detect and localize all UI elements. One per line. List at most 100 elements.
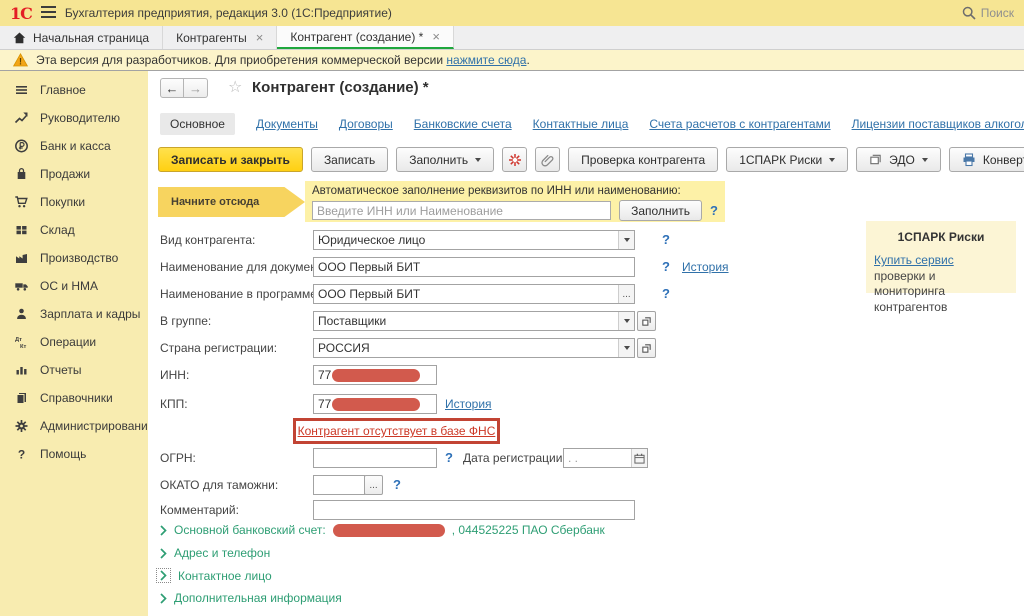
start-here-callout: Начните отсюда	[158, 187, 305, 217]
name-for-documents-input[interactable]: ООО Первый БИТ	[313, 257, 635, 277]
help-icon: ?	[14, 447, 29, 461]
tab-counterparty-create[interactable]: Контрагент (создание) * ×	[277, 26, 454, 49]
kpp-input[interactable]: 77	[313, 394, 437, 414]
sidebar-item-bank-cash[interactable]: Банк и касса	[0, 132, 148, 160]
section-contact-person[interactable]: Контактное лицо	[156, 568, 272, 583]
group-select[interactable]: Поставщики	[313, 311, 635, 331]
main-area: Главное Руководителю Банк и касса Продаж…	[0, 71, 1024, 616]
close-icon[interactable]: ×	[256, 31, 264, 44]
redacted-value	[333, 524, 445, 537]
sidebar-item-fixed-assets[interactable]: ОС и НМА	[0, 272, 148, 300]
sidebar-item-operations[interactable]: ДтКт Операции	[0, 328, 148, 356]
bars-icon	[14, 363, 29, 377]
chevron-down-icon[interactable]	[618, 339, 634, 357]
sidebar-item-directories[interactable]: Справочники	[0, 384, 148, 412]
okato-ellipsis-button[interactable]: ...	[364, 475, 383, 495]
navlink-contracts[interactable]: Договоры	[339, 117, 393, 131]
close-icon[interactable]: ×	[432, 30, 440, 43]
autofill-caption: Автоматическое заполнение реквизитов по …	[312, 185, 718, 197]
fill-dropdown-button[interactable]: Заполнить	[396, 147, 494, 172]
edo-dropdown-button[interactable]: ЭДО	[856, 147, 941, 172]
sidebar-item-manager[interactable]: Руководителю	[0, 104, 148, 132]
sidebar-item-salary-hr[interactable]: Зарплата и кадры	[0, 300, 148, 328]
sidebar-item-production[interactable]: Производство	[0, 244, 148, 272]
buy-commercial-link[interactable]: нажмите сюда	[446, 53, 526, 67]
back-button[interactable]: ←	[160, 78, 184, 98]
history-nav: ← →	[160, 78, 208, 98]
save-button[interactable]: Записать	[311, 147, 388, 172]
country-select[interactable]: РОССИЯ	[313, 338, 635, 358]
okato-input[interactable]	[313, 475, 365, 495]
name-in-program-input[interactable]: ООО Первый БИТ ...	[313, 284, 635, 304]
navlink-settlement-accounts[interactable]: Счета расчетов с контрагентами	[649, 117, 830, 131]
registration-date-input[interactable]	[563, 448, 648, 468]
spark-risks-panel: 1СПАРК Риски Купить сервис проверки и мо…	[866, 221, 1016, 293]
sidebar-item-help[interactable]: ? Помощь	[0, 440, 148, 468]
navlink-bank-accounts[interactable]: Банковские счета	[414, 117, 512, 131]
attachments-button[interactable]	[535, 147, 560, 172]
discussion-asterisk-icon	[508, 153, 522, 167]
navlink-contact-persons[interactable]: Контактные лица	[533, 117, 629, 131]
ellipsis-icon[interactable]: ...	[618, 285, 634, 303]
tab-bar: Начальная страница Контрагенты × Контраг…	[0, 26, 1024, 49]
open-country-button[interactable]	[637, 338, 656, 358]
open-group-button[interactable]	[637, 311, 656, 331]
save-and-close-button[interactable]: Записать и закрыть	[158, 147, 303, 172]
chevron-down-icon[interactable]	[618, 231, 634, 249]
printer-icon	[962, 153, 976, 167]
tab-home[interactable]: Начальная страница	[0, 26, 163, 49]
chevron-right-icon	[160, 593, 167, 604]
sidebar-item-reports[interactable]: Отчеты	[0, 356, 148, 384]
help-icon[interactable]: ?	[393, 475, 401, 495]
fns-warning-link[interactable]: Контрагент отсутствует в базе ФНС	[298, 424, 496, 438]
app-title: Бухгалтерия предприятия, редакция 3.0 (1…	[65, 6, 392, 20]
comment-input[interactable]	[313, 500, 635, 520]
sidebar-item-purchases[interactable]: Покупки	[0, 188, 148, 216]
check-counterparty-button[interactable]: Проверка контрагента	[568, 147, 718, 172]
envelope-button[interactable]: Конверт	[949, 147, 1024, 172]
favorite-star-icon[interactable]: ☆	[228, 77, 242, 97]
search-icon	[962, 6, 976, 20]
kind-select[interactable]: Юридическое лицо	[313, 230, 635, 250]
navlink-main[interactable]: Основное	[160, 113, 235, 135]
help-icon[interactable]: ?	[710, 203, 718, 218]
sidebar-item-main[interactable]: Главное	[0, 76, 148, 104]
spark-risks-dropdown-button[interactable]: 1СПАРК Риски	[726, 147, 848, 172]
group-label: В группе:	[160, 311, 211, 331]
help-icon[interactable]: ?	[662, 284, 670, 304]
name-in-program-label: Наименование в программе:	[160, 284, 320, 304]
section-address-phone[interactable]: Адрес и телефон	[160, 546, 270, 560]
global-search[interactable]: Поиск	[962, 6, 1014, 20]
chevron-down-icon[interactable]	[618, 312, 634, 330]
person-icon	[14, 307, 29, 321]
section-additional-info[interactable]: Дополнительная информация	[160, 591, 342, 605]
sidebar-item-administration[interactable]: Администрирование	[0, 412, 148, 440]
help-icon[interactable]: ?	[445, 448, 453, 468]
redacted-value	[332, 398, 420, 411]
help-icon[interactable]: ?	[662, 257, 670, 277]
forward-button[interactable]: →	[184, 78, 208, 98]
calendar-icon[interactable]	[631, 449, 647, 467]
tab-counterparties[interactable]: Контрагенты ×	[163, 26, 277, 49]
name-history-link[interactable]: История	[682, 257, 729, 277]
autofill-fill-button[interactable]: Заполнить	[619, 200, 702, 221]
buy-service-link[interactable]: Купить сервис	[874, 253, 954, 267]
open-in-new-icon	[641, 343, 652, 354]
navlink-alcohol-licenses[interactable]: Лицензии поставщиков алкогольной продукц…	[852, 117, 1024, 131]
navlink-documents[interactable]: Документы	[256, 117, 318, 131]
hamburger-menu-icon[interactable]	[41, 6, 56, 21]
sidebar-item-sales[interactable]: Продажи	[0, 160, 148, 188]
okato-label: ОКАТО для таможни:	[160, 475, 278, 495]
kpp-history-link[interactable]: История	[445, 394, 492, 414]
warning-icon: !	[13, 53, 28, 67]
dtkt-icon: ДтКт	[14, 335, 29, 349]
home-icon	[13, 32, 26, 44]
help-icon[interactable]: ?	[662, 230, 670, 250]
inn-or-name-input[interactable]	[312, 201, 611, 220]
sidebar-item-warehouse[interactable]: Склад	[0, 216, 148, 244]
ogrn-input[interactable]	[313, 448, 437, 468]
cart-icon	[14, 195, 29, 209]
section-main-bank-account[interactable]: Основной банковский счет: , 044525225 ПА…	[160, 523, 605, 537]
discussion-button[interactable]	[502, 147, 527, 172]
inn-input[interactable]: 77	[313, 365, 437, 385]
